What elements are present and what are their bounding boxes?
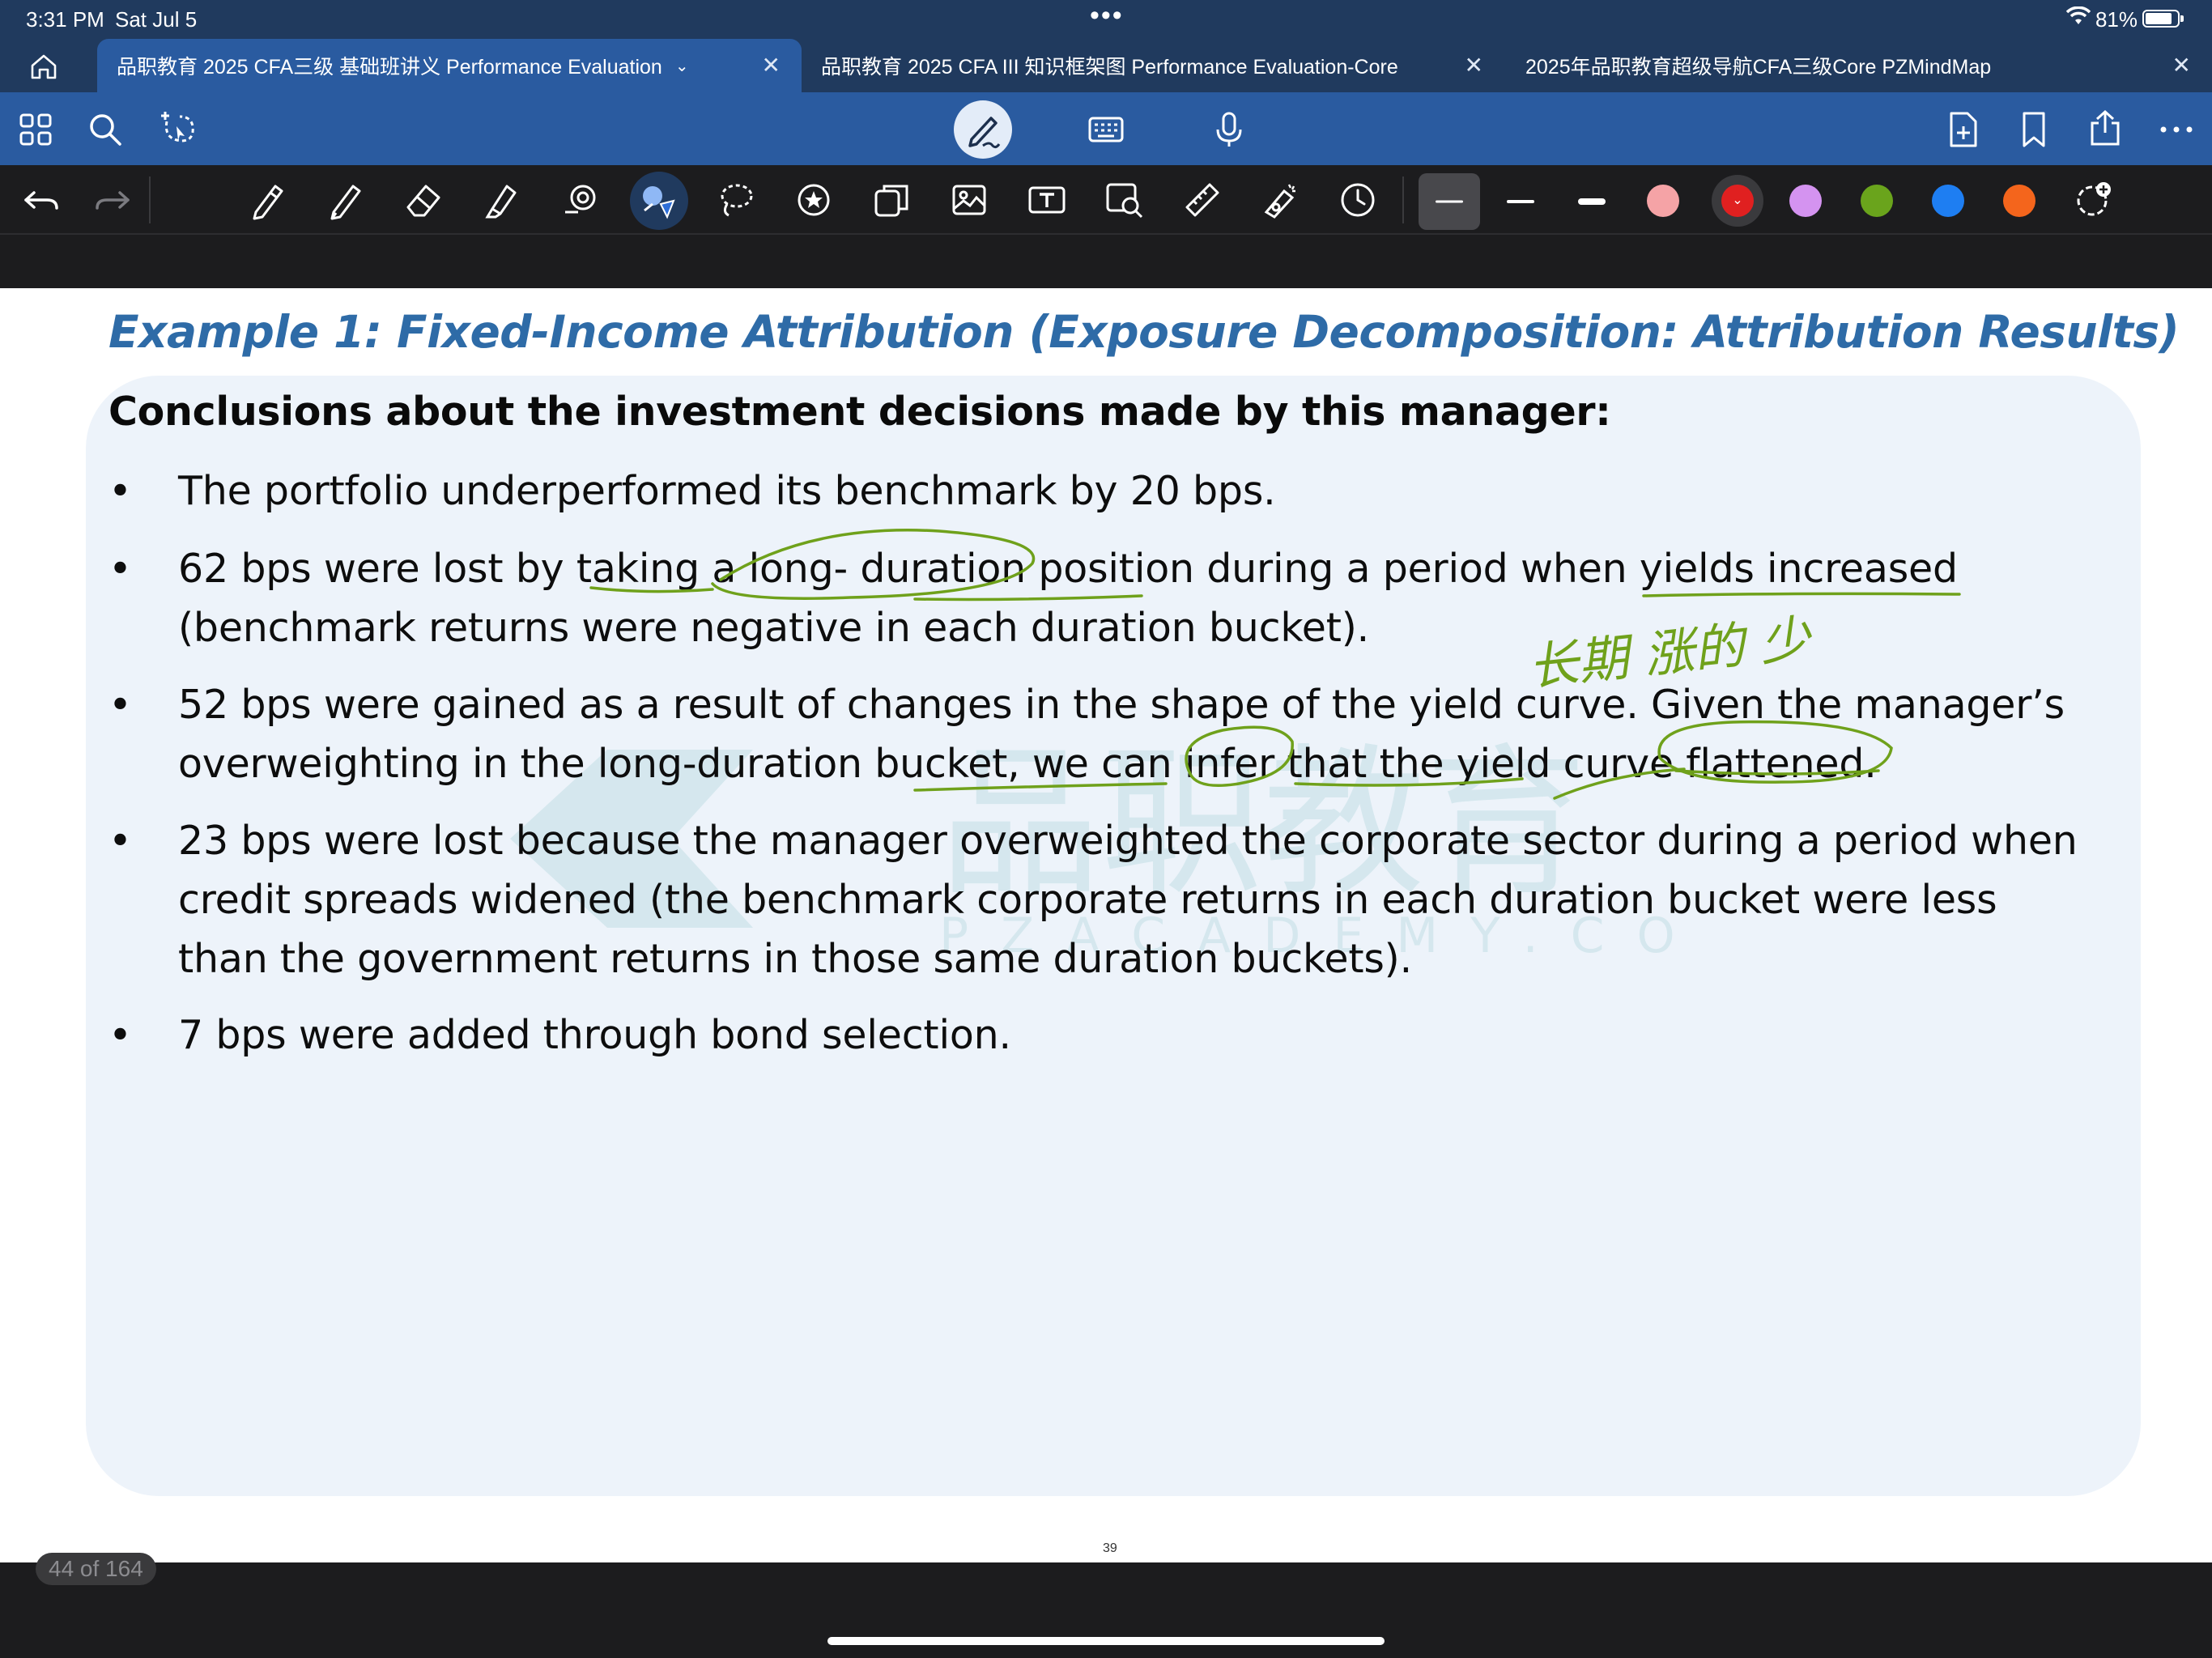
toolbar-divider <box>149 176 151 223</box>
status-bar: 3:31 PM Sat Jul 5 ••• 81% <box>0 0 2212 39</box>
wifi-icon <box>2065 6 2091 33</box>
color-swatch-blue[interactable] <box>1932 185 1964 217</box>
tools-toolbar: ⌄ <box>0 165 2212 235</box>
color-swatch-red-selected[interactable]: ⌄ <box>1712 175 1763 227</box>
redo-icon[interactable] <box>92 180 133 220</box>
document-tab-bar: 品职教育 2025 CFA三级 基础班讲义 Performance Evalua… <box>0 39 2212 92</box>
home-indicator[interactable] <box>827 1637 1385 1645</box>
main-toolbar <box>0 92 2212 165</box>
stroke-thick-button[interactable] <box>1561 173 1623 230</box>
highlighter-icon[interactable] <box>481 180 521 220</box>
close-icon[interactable]: ✕ <box>1465 52 1483 79</box>
status-date: Sat Jul 5 <box>115 7 198 32</box>
lasso-pointer-icon[interactable] <box>159 108 198 147</box>
share-icon[interactable] <box>2086 108 2125 147</box>
color-swatch-green[interactable] <box>1861 185 1893 217</box>
add-page-icon[interactable] <box>1943 110 1982 149</box>
tab-label: 品职教育 2025 CFA三级 基础班讲义 Performance Evalua… <box>117 56 662 79</box>
more-icon[interactable] <box>2157 110 2196 149</box>
microphone-icon[interactable] <box>1210 110 1249 149</box>
shapes-icon[interactable] <box>560 180 601 220</box>
bullet-line: 23 bps were lost because the manager ove… <box>178 818 2078 864</box>
chevron-down-icon: ⌄ <box>1721 185 1754 217</box>
tab-label: 品职教育 2025 CFA III 知识框架图 Performance Eval… <box>821 56 1398 79</box>
color-swatch-pink[interactable] <box>1647 185 1679 217</box>
color-swatch-lilac[interactable] <box>1789 185 1822 217</box>
tab-knowledge-framework[interactable]: 品职教育 2025 CFA III 知识框架图 Performance Eval… <box>802 39 1504 92</box>
pen-icon[interactable] <box>248 180 288 220</box>
eraser-icon[interactable] <box>403 180 444 220</box>
zoom-image-icon[interactable] <box>1104 180 1145 220</box>
toolbar-divider <box>1402 176 1404 223</box>
bullet-line: credit spreads widened (the benchmark co… <box>178 877 1997 923</box>
bookmark-icon[interactable] <box>2014 110 2053 149</box>
bullet-dot: • <box>108 468 132 514</box>
slide-page-number: 39 <box>1103 1541 1117 1555</box>
undo-icon[interactable] <box>21 180 62 220</box>
pen-mode-button[interactable] <box>954 100 1012 159</box>
bullet-line: overweighting in the long-duration bucke… <box>178 741 1877 787</box>
bullet-dot: • <box>108 546 132 592</box>
image-icon[interactable] <box>949 180 989 220</box>
search-icon[interactable] <box>86 110 125 149</box>
pencil-icon[interactable] <box>325 180 366 220</box>
ruler-icon[interactable] <box>1182 180 1223 220</box>
slide-title: Example 1: Fixed-Income Attribution (Exp… <box>108 306 2180 358</box>
battery-icon <box>2142 10 2184 28</box>
multitask-dots[interactable]: ••• <box>1090 0 1124 32</box>
chevron-down-icon[interactable]: ⌄ <box>675 56 689 76</box>
tape-icon[interactable] <box>1260 180 1300 220</box>
bullet-line: 7 bps were added through bond selection. <box>178 1012 1011 1058</box>
bullet-line: than the government returns in those sam… <box>178 936 1412 982</box>
tab-performance-evaluation[interactable]: 品职教育 2025 CFA三级 基础班讲义 Performance Evalua… <box>97 39 802 92</box>
close-icon[interactable]: ✕ <box>762 52 781 79</box>
status-time: 3:31 PM <box>26 7 104 32</box>
document-page[interactable]: 品职教育 PZACADEMY.COM Example 1: Fixed-Inco… <box>0 288 2212 1562</box>
bottom-bar: 44 of 164 <box>0 1553 2212 1658</box>
canvas-gap <box>0 236 2212 288</box>
stroke-medium-button[interactable] <box>1490 173 1551 230</box>
bullet-line: 52 bps were gained as a result of change… <box>178 682 2065 728</box>
add-color-icon[interactable] <box>2073 180 2113 220</box>
app-window: 3:31 PM Sat Jul 5 ••• 81% 品职教育 2025 CFA三… <box>0 0 2212 1658</box>
bullet-line: 62 bps were lost by taking a long- durat… <box>178 546 1958 592</box>
close-icon[interactable]: ✕ <box>2172 52 2191 79</box>
bullet-line: The portfolio underperformed its benchma… <box>178 468 1276 514</box>
grid-icon[interactable] <box>16 110 55 149</box>
laser-pointer-button[interactable] <box>630 172 688 230</box>
keyboard-icon[interactable] <box>1087 110 1125 149</box>
bullet-line: (benchmark returns were negative in each… <box>178 605 1370 651</box>
conclusions-heading: Conclusions about the investment decisio… <box>108 389 1611 435</box>
tab-pzmindmap[interactable]: 2025年品职教育超级导航CFA三级Core PZMindMap ✕ <box>1506 39 2212 92</box>
tab-label: 2025年品职教育超级导航CFA三级Core PZMindMap <box>1525 56 1992 79</box>
text-box-icon[interactable] <box>1027 180 1067 220</box>
sticker-icon[interactable] <box>793 180 834 220</box>
bullet-dot: • <box>108 818 132 864</box>
stroke-thin-button[interactable] <box>1419 173 1480 230</box>
page-counter[interactable]: 44 of 164 <box>36 1553 156 1585</box>
lasso-icon[interactable] <box>716 180 756 220</box>
home-icon[interactable] <box>28 50 60 83</box>
bullet-dot: • <box>108 682 132 728</box>
timer-icon[interactable] <box>1338 180 1378 220</box>
battery-percent: 81% <box>2095 7 2138 32</box>
color-swatch-orange[interactable] <box>2003 185 2035 217</box>
bullet-dot: • <box>108 1012 132 1058</box>
element-icon[interactable] <box>871 180 912 220</box>
